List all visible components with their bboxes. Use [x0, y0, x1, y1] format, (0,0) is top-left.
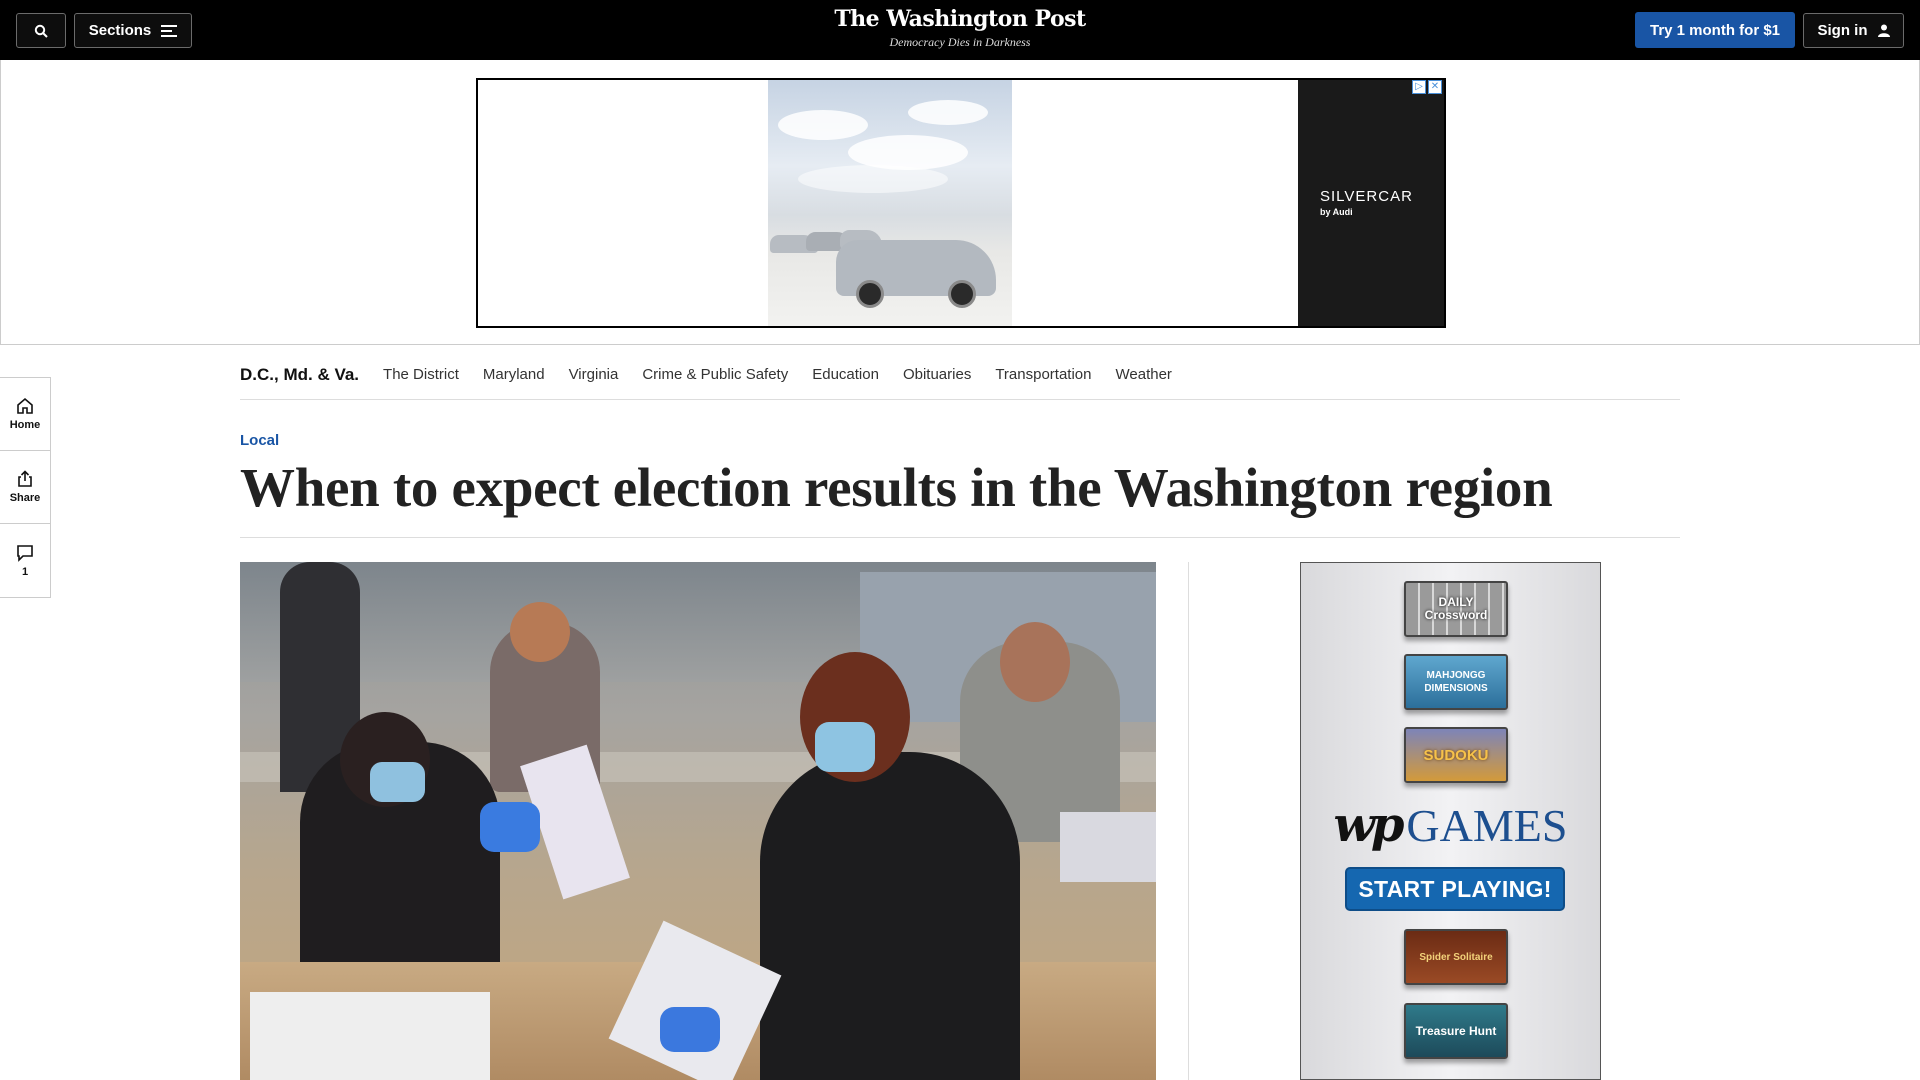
sign-in-label: Sign in	[1817, 22, 1868, 39]
subnav-item-obituaries[interactable]: Obituaries	[903, 366, 971, 383]
headline-divider	[240, 537, 1680, 538]
menu-icon	[161, 24, 178, 37]
ad-brand-panel: SILVERCAR by Audi	[1298, 80, 1444, 326]
subnav-item-the-district[interactable]: The District	[383, 366, 459, 383]
ad-brand-sub: by Audi	[1320, 207, 1353, 217]
section-subnav: D.C., Md. & Va. The District Maryland Vi…	[240, 350, 1680, 400]
share-button[interactable]: Share	[0, 451, 50, 524]
article-kicker[interactable]: Local	[240, 432, 279, 449]
game-tile-spider-solitaire[interactable]: Spider Solitaire	[1404, 929, 1508, 985]
silvercar-ad[interactable]: SILVERCAR by Audi ▷ ✕	[476, 78, 1446, 328]
subnav-item-transportation[interactable]: Transportation	[995, 366, 1091, 383]
game-tile-mahjongg[interactable]: MAHJONGG DIMENSIONS	[1404, 654, 1508, 710]
article-action-rail: Home Share 1	[0, 377, 51, 598]
subnav-item-crime-public-safety[interactable]: Crime & Public Safety	[642, 366, 788, 383]
subnav-item-virginia[interactable]: Virginia	[569, 366, 619, 383]
comments-count: 1	[21, 565, 29, 578]
game-tile-crossword[interactable]: DAILY Crossword	[1404, 581, 1508, 637]
logo-name: The Washington Post	[834, 6, 1086, 32]
subnav-item-maryland[interactable]: Maryland	[483, 366, 545, 383]
wp-games-ad[interactable]: DAILY Crossword MAHJONGG DIMENSIONS SUDO…	[1300, 562, 1601, 1080]
column-divider	[1188, 562, 1189, 1080]
ad-choices[interactable]: ▷ ✕	[1412, 80, 1442, 94]
game-tile-crossword-label: DAILY Crossword	[1424, 595, 1488, 622]
search-icon	[34, 24, 48, 38]
game-tile-mahjongg-label: MAHJONGG DIMENSIONS	[1424, 670, 1488, 694]
game-tile-sudoku[interactable]: SUDOKU	[1404, 727, 1508, 783]
user-icon	[1877, 24, 1890, 37]
ad-choices-icon[interactable]: ▷	[1412, 80, 1426, 94]
sections-button[interactable]: Sections	[74, 13, 192, 48]
wp-logo-mark: wp	[1333, 797, 1405, 853]
ad-car-photo	[768, 80, 1012, 326]
game-tile-spider-solitaire-label: Spider Solitaire	[1419, 951, 1493, 963]
comment-icon	[17, 544, 33, 562]
subnav-item-weather[interactable]: Weather	[1116, 366, 1172, 383]
game-tile-treasure-hunt[interactable]: Treasure Hunt	[1404, 1003, 1508, 1059]
article-lead-photo[interactable]	[240, 562, 1156, 1080]
ad-brand-name: SILVERCAR	[1320, 188, 1413, 205]
comments-button[interactable]: 1	[0, 524, 50, 597]
home-button[interactable]: Home	[0, 378, 50, 451]
wp-games-logo: wp GAMES	[1301, 797, 1600, 853]
logo-tagline: Democracy Dies in Darkness	[889, 35, 1031, 49]
subnav-title[interactable]: D.C., Md. & Va.	[240, 365, 359, 385]
start-playing-button[interactable]: START PLAYING!	[1345, 867, 1565, 911]
ad-close-icon[interactable]: ✕	[1428, 80, 1442, 94]
home-icon	[17, 397, 33, 414]
sign-in-button[interactable]: Sign in	[1803, 13, 1904, 48]
advertisement-container: SILVERCAR by Audi ▷ ✕	[0, 60, 1920, 345]
share-label: Share	[9, 492, 41, 504]
top-navigation-bar: Sections The Washington Post Democracy D…	[0, 0, 1920, 60]
game-tile-treasure-hunt-label: Treasure Hunt	[1415, 1023, 1497, 1038]
share-icon	[18, 470, 32, 487]
washington-post-logo[interactable]: The Washington Post Democracy Dies in Da…	[800, 6, 1120, 50]
subnav-item-education[interactable]: Education	[812, 366, 879, 383]
home-label: Home	[9, 419, 41, 431]
search-button[interactable]	[16, 13, 66, 48]
sections-label: Sections	[88, 22, 152, 39]
subscribe-button[interactable]: Try 1 month for $1	[1635, 12, 1795, 48]
games-wordmark: GAMES	[1406, 800, 1568, 851]
game-tile-sudoku-label: SUDOKU	[1423, 746, 1489, 764]
article-headline: When to expect election results in the W…	[240, 457, 1553, 518]
